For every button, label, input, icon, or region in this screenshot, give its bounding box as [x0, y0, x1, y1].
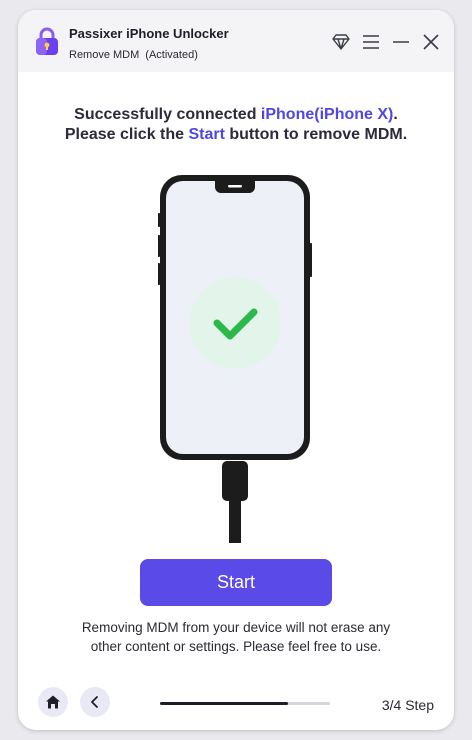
chevron-left-icon — [91, 696, 98, 708]
title-bar: Passixer iPhone Unlocker Remove MDM (Acti… — [18, 10, 454, 72]
start-button[interactable]: Start — [140, 559, 332, 606]
minimize-icon — [393, 41, 409, 43]
connection-line: Successfully connected iPhone(iPhone X). — [18, 105, 454, 125]
close-button[interactable] — [420, 32, 442, 52]
menu-button[interactable] — [360, 32, 382, 52]
instruction-suffix: button to remove MDM. — [224, 126, 408, 143]
step-indicator: 3/4 Step — [381, 697, 434, 713]
period: . — [393, 106, 398, 123]
phone-illustration — [158, 175, 312, 543]
info-note: Removing MDM from your device will not e… — [18, 618, 454, 656]
step-progress-fill — [160, 702, 288, 705]
app-subtitle: Remove MDM (Activated) — [69, 49, 204, 61]
app-title: Passixer iPhone Unlocker — [69, 26, 229, 41]
step-progress-bar — [160, 702, 330, 705]
mode-label: Remove MDM — [69, 49, 140, 61]
back-button[interactable] — [80, 687, 110, 717]
home-icon — [46, 695, 60, 709]
diamond-icon — [332, 34, 350, 50]
info-note-line-2: other content or settings. Please feel f… — [90, 639, 382, 654]
activation-status: (Activated) — [145, 49, 198, 61]
home-button[interactable] — [38, 687, 68, 717]
window-controls — [330, 32, 442, 52]
device-name: iPhone(iPhone X) — [260, 106, 394, 123]
connected-text: Successfully connected — [74, 106, 261, 123]
padlock-icon — [36, 27, 58, 55]
premium-button[interactable] — [330, 32, 352, 52]
close-icon — [423, 34, 439, 50]
app-window: Passixer iPhone Unlocker Remove MDM (Acti… — [18, 10, 454, 730]
instruction-prefix: Please click the — [64, 126, 189, 143]
minimize-button[interactable] — [390, 32, 412, 52]
start-keyword: Start — [188, 126, 225, 143]
menu-icon — [363, 35, 379, 49]
connection-message: Successfully connected iPhone(iPhone X).… — [18, 105, 454, 145]
info-note-line-1: Removing MDM from your device will not e… — [81, 620, 391, 635]
instruction-line: Please click the Start button to remove … — [18, 125, 454, 145]
